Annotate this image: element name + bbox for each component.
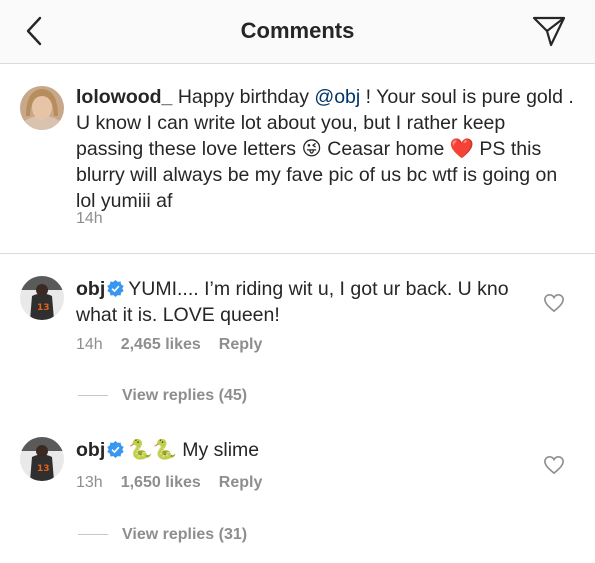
caption-timestamp: 14h xyxy=(76,210,103,227)
comment-timestamp: 13h xyxy=(76,474,103,491)
view-replies-button[interactable]: View replies (31) xyxy=(78,526,247,544)
comments-header: Comments xyxy=(0,0,595,64)
likes-count[interactable]: 1,650 likes xyxy=(121,474,201,491)
verified-badge-icon xyxy=(107,441,124,458)
comment-item: 13 obj 🐍🐍 My slime 13h 1,650 likes Reply Vi… xyxy=(0,437,595,552)
red-heart-emoji: ❤️ xyxy=(449,138,474,160)
like-heart-icon[interactable] xyxy=(543,455,565,475)
comment-timestamp: 14h xyxy=(76,336,103,353)
avatar[interactable]: 13 xyxy=(20,437,64,481)
paper-plane-icon xyxy=(532,16,566,47)
view-replies-button[interactable]: View replies (45) xyxy=(78,387,247,405)
comment-meta: 14h 2,465 likes Reply xyxy=(76,336,280,354)
comment-username[interactable]: obj xyxy=(76,439,105,461)
like-heart-icon[interactable] xyxy=(543,293,565,313)
avatar[interactable]: 13 xyxy=(20,276,64,320)
view-replies-label: View replies (45) xyxy=(122,387,248,404)
post-caption: lolowood_ Happy birthday @obj ! Your sou… xyxy=(0,64,595,254)
comment-text: obj YUMI.... I’m riding wit u, I got ur b… xyxy=(76,276,516,328)
avatar[interactable] xyxy=(20,86,64,130)
snake-emoji: 🐍🐍 xyxy=(128,439,177,461)
svg-text:13: 13 xyxy=(37,303,50,313)
view-replies-label: View replies (31) xyxy=(122,526,248,543)
caption-text-part: Ceasar home xyxy=(321,138,450,160)
divider-line xyxy=(78,534,108,536)
comment-text: obj 🐍🐍 My slime xyxy=(76,437,516,463)
verified-badge-icon xyxy=(107,280,124,297)
caption-username[interactable]: lolowood_ xyxy=(76,86,172,108)
svg-text:13: 13 xyxy=(37,464,50,474)
mention-link[interactable]: @obj xyxy=(314,86,360,108)
comment-body: YUMI.... I’m riding wit u, I got ur back… xyxy=(76,278,509,326)
share-button[interactable] xyxy=(531,14,567,48)
comment-meta: 13h 1,650 likes Reply xyxy=(76,474,280,492)
caption-text-part: Happy birthday xyxy=(172,86,315,108)
divider-line xyxy=(78,395,108,397)
comment-item: 13 obj YUMI.... I’m riding wit u, I got u… xyxy=(0,276,595,411)
winking-tongue-emoji: 😜 xyxy=(301,138,322,160)
caption-text: lolowood_ Happy birthday @obj ! Your sou… xyxy=(76,84,576,214)
reply-button[interactable]: Reply xyxy=(219,336,263,353)
reply-button[interactable]: Reply xyxy=(219,474,263,491)
comment-body: My slime xyxy=(182,439,260,461)
comment-username[interactable]: obj xyxy=(76,278,105,300)
likes-count[interactable]: 2,465 likes xyxy=(121,336,201,353)
page-title: Comments xyxy=(240,18,355,43)
